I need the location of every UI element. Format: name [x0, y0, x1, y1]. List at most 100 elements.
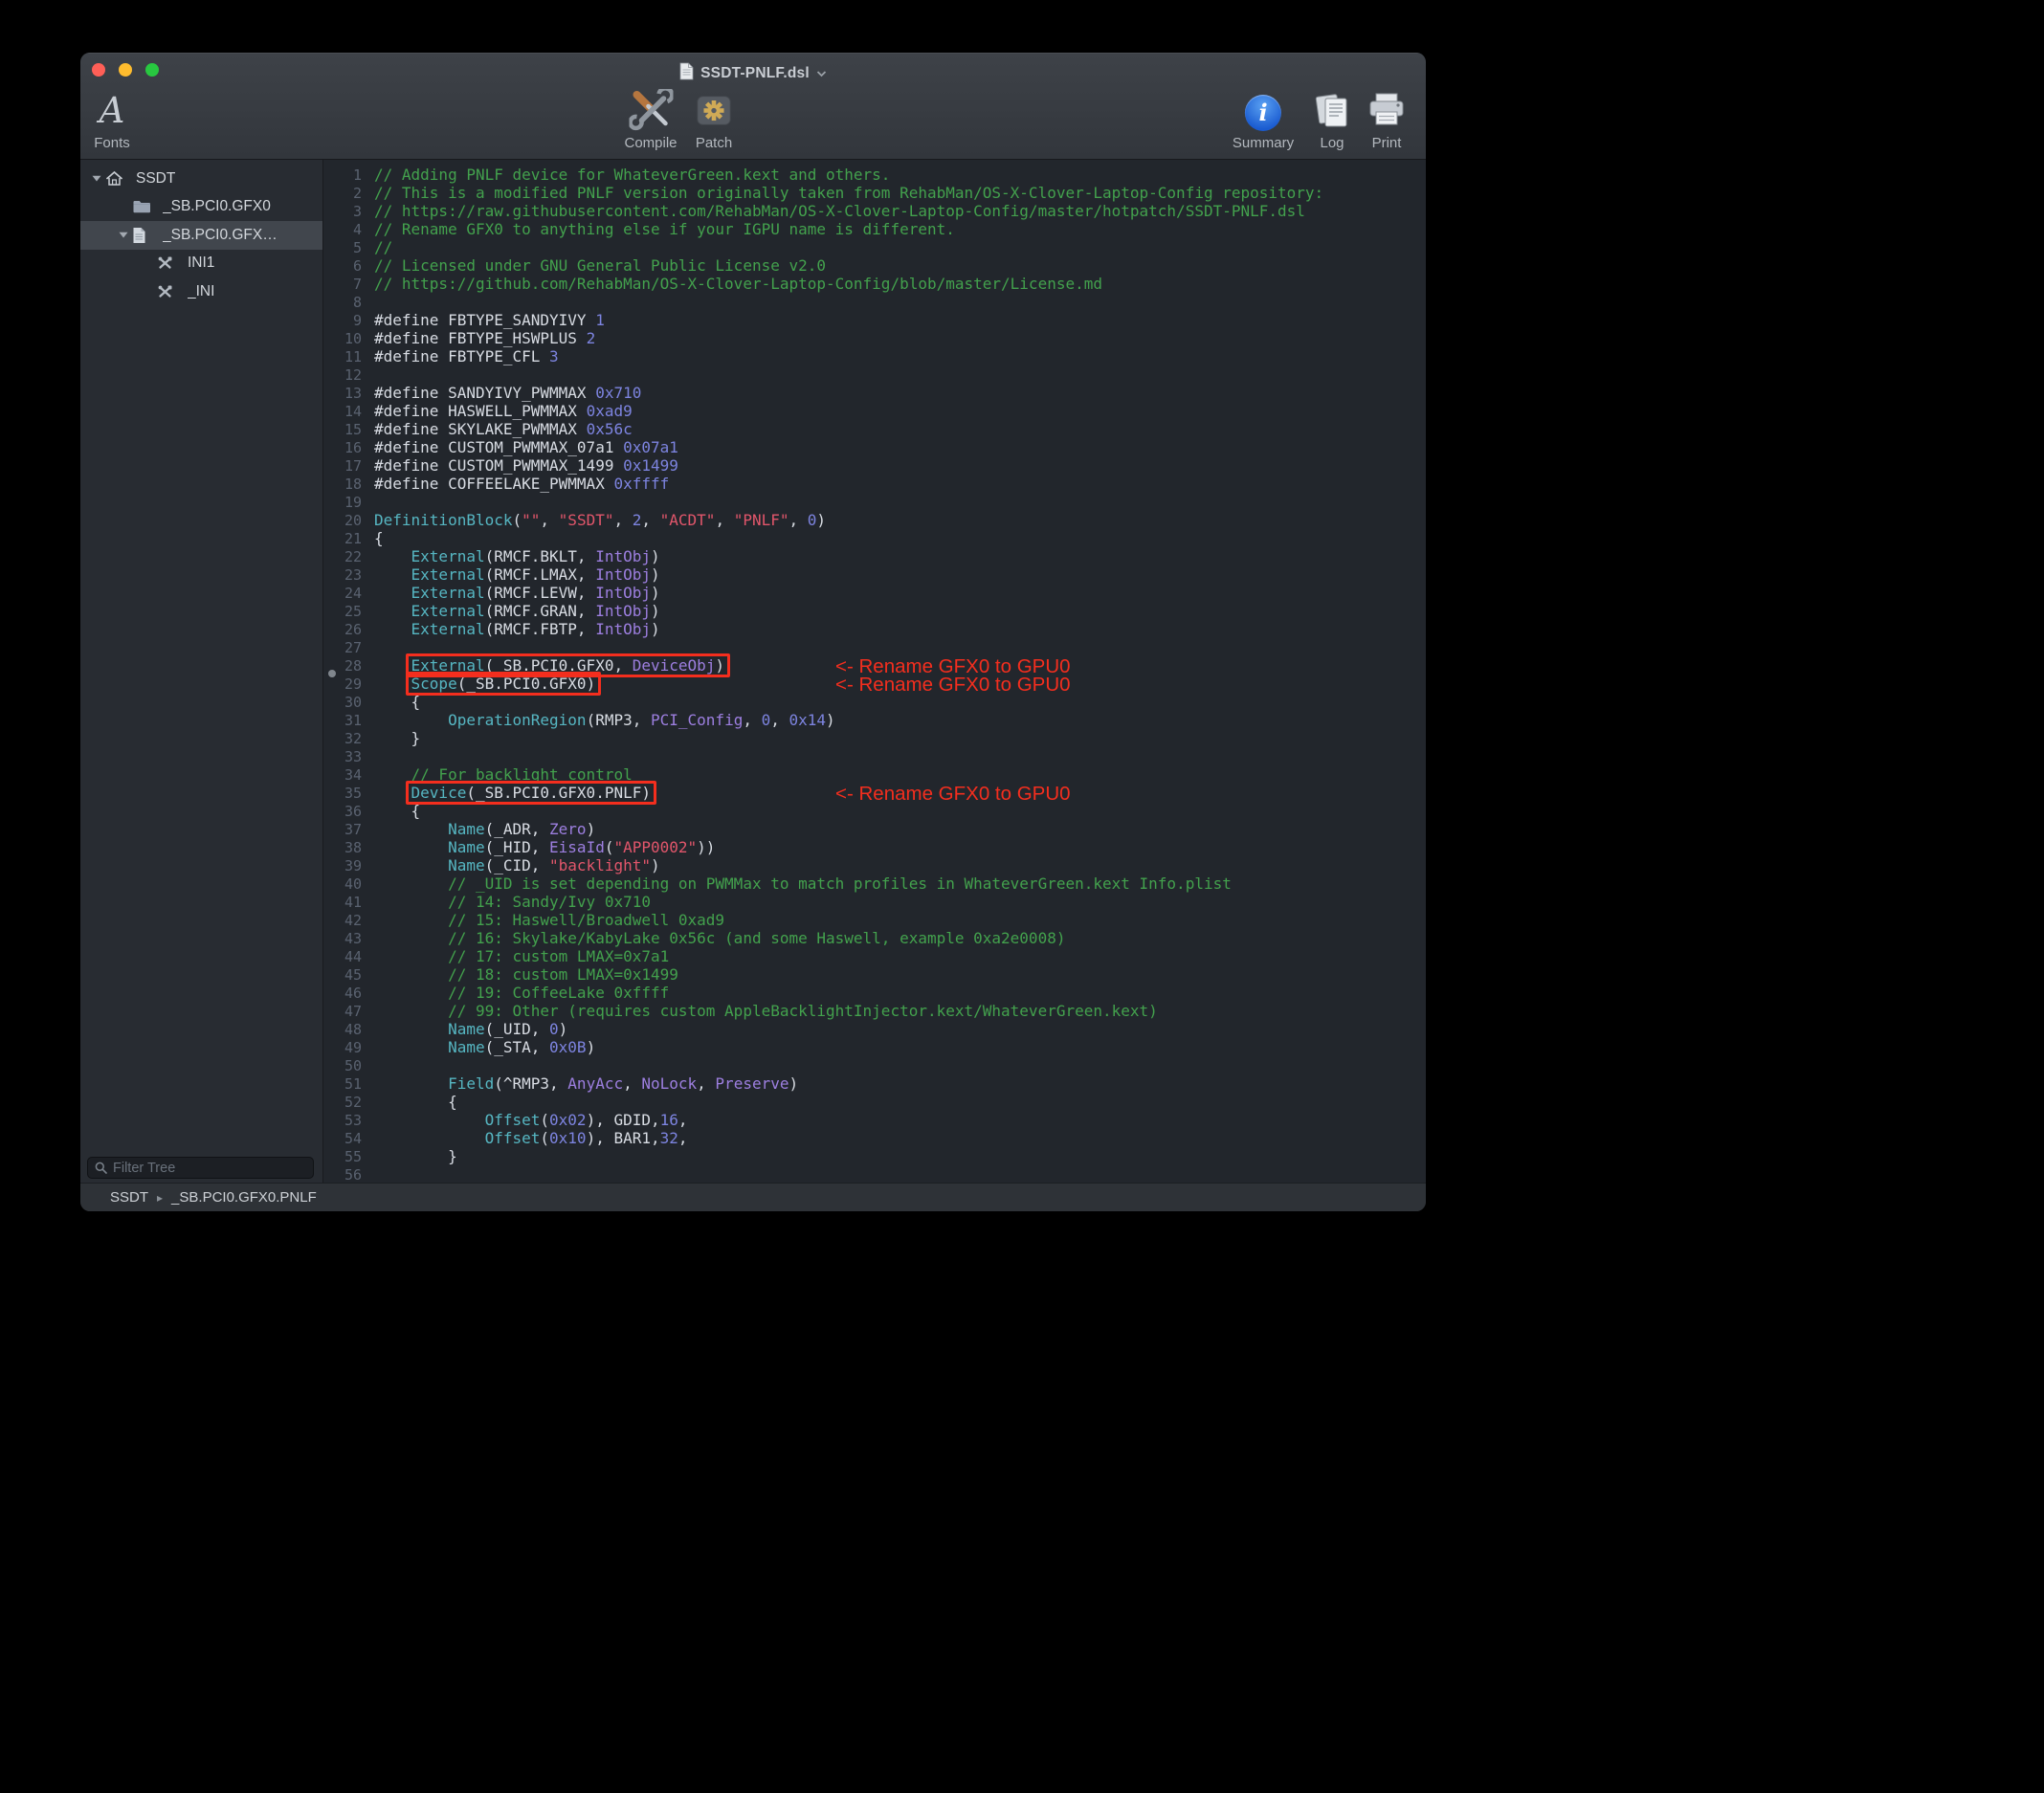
method-icon	[157, 284, 180, 299]
code-line[interactable]: 12	[323, 365, 1426, 384]
sidebar-item-ini[interactable]: _INI	[80, 277, 322, 306]
line-number: 45	[323, 966, 368, 985]
line-number: 1	[323, 166, 368, 185]
code-line[interactable]: 46 // 19: CoffeeLake 0xffff	[323, 984, 1426, 1002]
line-number: 48	[323, 1021, 368, 1039]
code-line[interactable]: 25 External(RMCF.GRAN, IntObj)	[323, 602, 1426, 620]
code-line[interactable]: 48 Name(_UID, 0)	[323, 1020, 1426, 1038]
code-text: //	[374, 238, 392, 256]
code-text: #define HASWELL_PWMMAX 0xad9	[374, 402, 633, 420]
code-line[interactable]: 21{	[323, 529, 1426, 547]
code-text: }	[374, 1147, 457, 1165]
code-line[interactable]: 14 #define HASWELL_PWMMAX 0xad9	[323, 402, 1426, 420]
fonts-button[interactable]: A Fonts	[94, 88, 130, 151]
code-line[interactable]: 9#define FBTYPE_SANDYIVY 1	[323, 311, 1426, 329]
code-text: // 15: Haswell/Broadwell 0xad9	[374, 911, 724, 929]
summary-button[interactable]: i Summary	[1233, 88, 1294, 151]
code-line[interactable]: 50	[323, 1056, 1426, 1074]
sidebar-item-sb-pci0-gfx0[interactable]: _SB.PCI0.GFX0	[80, 193, 322, 222]
code-line[interactable]: 49 Name(_STA, 0x0B)	[323, 1038, 1426, 1056]
window-title: SSDT-PNLF.dsl	[700, 65, 810, 82]
code-line[interactable]: 35 Device(_SB.PCI0.GFX0.PNLF)<- Rename G…	[323, 784, 1426, 802]
code-line[interactable]: 37 Name(_ADR, Zero)	[323, 820, 1426, 838]
code-line[interactable]: 32 }	[323, 729, 1426, 747]
code-line[interactable]: 7// https://github.com/RehabMan/OS-X-Clo…	[323, 275, 1426, 293]
code-line[interactable]: 54 Offset(0x10), BAR1,32,	[323, 1129, 1426, 1147]
maciasl-window: SSDT-PNLF.dsl A Fonts	[80, 53, 1426, 1211]
code-line[interactable]: 42 // 15: Haswell/Broadwell 0xad9	[323, 911, 1426, 929]
log-button[interactable]: Log	[1310, 88, 1354, 151]
disclosure-icon[interactable]	[88, 175, 105, 182]
code-text: #define FBTYPE_CFL 3	[374, 347, 559, 365]
code-line[interactable]: 43 // 16: Skylake/KabyLake 0x56c (and so…	[323, 929, 1426, 947]
code-line[interactable]: 22 External(RMCF.BKLT, IntObj)	[323, 547, 1426, 565]
code-line[interactable]: 10#define FBTYPE_HSWPLUS 2	[323, 329, 1426, 347]
code-text: Offset(0x02), GDID,16,	[374, 1111, 688, 1129]
window-title-group[interactable]: SSDT-PNLF.dsl	[679, 62, 827, 85]
code-line[interactable]: 30 {	[323, 693, 1426, 711]
code-line[interactable]: 8	[323, 293, 1426, 311]
disclosure-icon[interactable]	[115, 232, 132, 238]
code-line[interactable]: 51 Field(^RMP3, AnyAcc, NoLock, Preserve…	[323, 1074, 1426, 1093]
minimize-button[interactable]	[119, 63, 132, 77]
code-line[interactable]: 41 // 14: Sandy/Ivy 0x710	[323, 893, 1426, 911]
code-line[interactable]: 13#define SANDYIVY_PWMMAX 0x710	[323, 384, 1426, 402]
close-button[interactable]	[92, 63, 105, 77]
print-button[interactable]: Print	[1365, 88, 1409, 151]
code-line[interactable]: 33	[323, 747, 1426, 765]
code-line[interactable]: 17#define CUSTOM_PWMMAX_1499 0x1499	[323, 456, 1426, 475]
code-line[interactable]: 4// Rename GFX0 to anything else if your…	[323, 220, 1426, 238]
code-line[interactable]: 19	[323, 493, 1426, 511]
code-editor[interactable]: 1 // Adding PNLF device for WhateverGreen…	[323, 160, 1426, 1184]
code-text: #define FBTYPE_HSWPLUS 2	[374, 329, 595, 347]
zoom-button[interactable]	[145, 63, 159, 77]
code-text: Name(_ADR, Zero)	[374, 820, 595, 838]
code-line[interactable]: 55 }	[323, 1147, 1426, 1165]
code-line[interactable]: 31 OperationRegion(RMP3, PCI_Config, 0, …	[323, 711, 1426, 729]
sidebar-item-ini1[interactable]: INI1	[80, 250, 322, 278]
code-text: Field(^RMP3, AnyAcc, NoLock, Preserve)	[374, 1074, 798, 1093]
code-line[interactable]: 6// Licensed under GNU General Public Li…	[323, 256, 1426, 275]
breadcrumb-separator-icon: ▸	[157, 1191, 163, 1205]
code-line[interactable]: 47 // 99: Other (requires custom AppleBa…	[323, 1002, 1426, 1020]
code-text: {	[374, 1093, 457, 1111]
code-line[interactable]: 53 Offset(0x02), GDID,16,	[323, 1111, 1426, 1129]
patch-button[interactable]: Patch	[693, 88, 735, 151]
code-line[interactable]: 20DefinitionBlock("", "SSDT", 2, "ACDT",…	[323, 511, 1426, 529]
code-line[interactable]: 5//	[323, 238, 1426, 256]
code-line[interactable]: 29 Scope(_SB.PCI0.GFX0)<- Rename GFX0 to…	[323, 675, 1426, 693]
code-line[interactable]: 39 Name(_CID, "backlight")	[323, 856, 1426, 874]
code-line[interactable]: 3// https://raw.githubusercontent.com/Re…	[323, 202, 1426, 220]
code-line[interactable]: 52 {	[323, 1093, 1426, 1111]
code-line[interactable]: 38 Name(_HID, EisaId("APP0002"))	[323, 838, 1426, 856]
line-number: 14	[323, 403, 368, 421]
line-number: 2	[323, 185, 368, 203]
code-line[interactable]: 2// This is a modified PNLF version orig…	[323, 184, 1426, 202]
line-number: 15	[323, 421, 368, 439]
code-line[interactable]: 36 {	[323, 802, 1426, 820]
code-line[interactable]: 18#define COFFEELAKE_PWMMAX 0xffff	[323, 475, 1426, 493]
code-text: // 19: CoffeeLake 0xffff	[374, 984, 669, 1002]
code-line[interactable]: 26 External(RMCF.FBTP, IntObj)	[323, 620, 1426, 638]
line-number: 27	[323, 639, 368, 657]
code-text: {	[374, 693, 420, 711]
code-text: // Adding PNLF device for WhateverGreen.…	[374, 166, 890, 184]
line-number: 41	[323, 894, 368, 912]
code-line[interactable]: 44 // 17: custom LMAX=0x7a1	[323, 947, 1426, 965]
code-line[interactable]: 11#define FBTYPE_CFL 3	[323, 347, 1426, 365]
code-line[interactable]: 24 External(RMCF.LEVW, IntObj)	[323, 584, 1426, 602]
code-text: // https://raw.githubusercontent.com/Reh…	[374, 202, 1305, 220]
line-number: 26	[323, 621, 368, 639]
code-line[interactable]: 56	[323, 1165, 1426, 1184]
code-line[interactable]: 23 External(RMCF.LMAX, IntObj)	[323, 565, 1426, 584]
code-line[interactable]: 1 // Adding PNLF device for WhateverGreen…	[323, 166, 1426, 184]
compile-button[interactable]: Compile	[624, 88, 677, 151]
code-line[interactable]: 45 // 18: custom LMAX=0x1499	[323, 965, 1426, 984]
filter-tree-input[interactable]	[87, 1157, 314, 1179]
sidebar-item-sb-pci0-gfx[interactable]: _SB.PCI0.GFX…	[80, 221, 322, 250]
sidebar-item-ssdt[interactable]: SSDT	[80, 165, 322, 193]
code-line[interactable]: 40 // _UID is set depending on PWMMax to…	[323, 874, 1426, 893]
method-icon	[157, 255, 180, 271]
code-line[interactable]: 15#define SKYLAKE_PWMMAX 0x56c	[323, 420, 1426, 438]
code-line[interactable]: 16#define CUSTOM_PWMMAX_07a1 0x07a1	[323, 438, 1426, 456]
